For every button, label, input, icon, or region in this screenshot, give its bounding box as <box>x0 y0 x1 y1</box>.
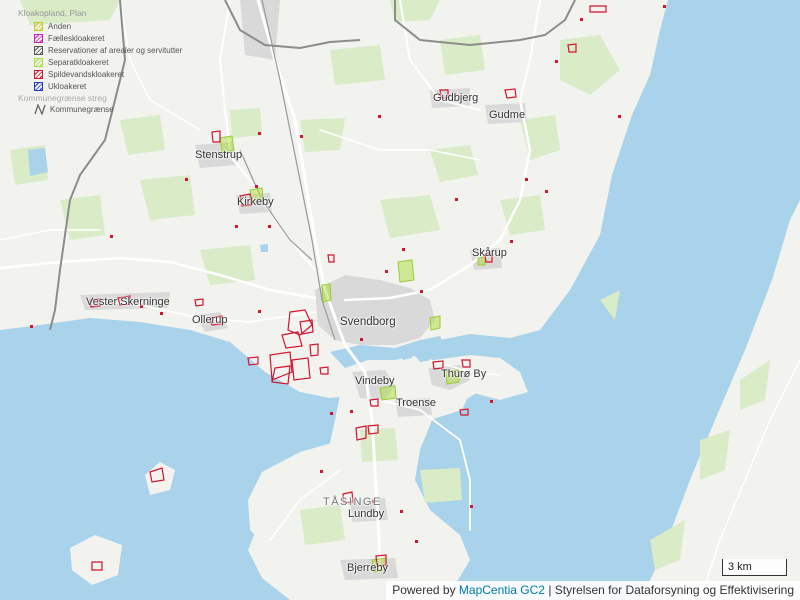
legend-label-ukloakeret: Ukloakeret <box>48 81 87 91</box>
place-label-bjerreby: Bjerreby <box>347 562 388 574</box>
place-label-gudme: Gudme <box>489 109 526 121</box>
place-label-vindeby: Vindeby <box>355 375 395 387</box>
place-label-thuro-by: Thurø By <box>441 368 487 380</box>
legend-label-reservationer: Reservationer af arealer og servitutter <box>48 45 183 55</box>
legend-swatch-ukloakeret <box>34 81 43 91</box>
legend-kommune-title: Kommunegrænse streg <box>18 93 107 103</box>
attribution-prefix: Powered by <box>392 583 456 597</box>
legend-swatch-anden <box>34 21 43 31</box>
place-label-skarup: Skårup <box>472 247 507 259</box>
scale-bar: 3 km <box>722 559 787 576</box>
place-label-vester-skerninge: Vester Skerninge <box>86 296 170 308</box>
legend-swatch-faelles <box>34 33 43 43</box>
legend-item-ukloakeret: Ukloakeret <box>18 80 208 92</box>
place-label-lundby: Lundby <box>348 508 385 520</box>
legend-swatch-spildevand <box>34 69 43 79</box>
mapcentia-link[interactable]: MapCentia GC2 <box>459 583 545 597</box>
map-attribution: Powered by MapCentia GC2 | Styrelsen for… <box>386 581 800 600</box>
legend-label-spildevand: Spildevandskloakeret <box>48 69 125 79</box>
legend-item-kommune: Kommunegrænse <box>18 103 208 116</box>
legend-label-kommune: Kommunegrænse <box>50 105 114 114</box>
legend-item-separat: Separatkloakeret <box>18 56 208 68</box>
kommune-line-icon <box>34 104 46 115</box>
place-label-svendborg: Svendborg <box>340 316 396 328</box>
legend-item-reservationer: Reservationer af arealer og servitutter <box>18 44 208 56</box>
place-label-tasinge: TÅSINGE <box>323 496 382 508</box>
legend-title: Kloakopland, Plan <box>18 8 87 18</box>
legend-label-faelles: Fælleskloakeret <box>48 33 105 43</box>
place-label-gudbjerg: Gudbjerg <box>433 92 479 104</box>
legend-swatch-separat <box>34 57 43 67</box>
legend-label-anden: Anden <box>48 21 72 31</box>
scale-label: 3 km <box>728 561 752 573</box>
legend-item-faelles: Fælleskloakeret <box>18 32 208 44</box>
legend-item-anden: Anden <box>18 20 208 32</box>
attribution-suffix: | Styrelsen for Dataforsyning og Effekti… <box>548 583 794 597</box>
legend-label-separat: Separatkloakeret <box>48 57 109 67</box>
place-label-stenstrup: Stenstrup <box>195 149 243 161</box>
place-label-troense: Troense <box>396 397 436 409</box>
legend-item-spildevand: Spildevandskloakeret <box>18 68 208 80</box>
place-label-ollerup: Ollerup <box>192 314 228 326</box>
legend-swatch-reservationer <box>34 45 43 55</box>
place-label-kirkeby: Kirkeby <box>237 196 274 208</box>
map-legend: Kloakopland, Plan Anden Fælleskloakeret … <box>18 8 208 116</box>
islet-3 <box>5 288 25 308</box>
